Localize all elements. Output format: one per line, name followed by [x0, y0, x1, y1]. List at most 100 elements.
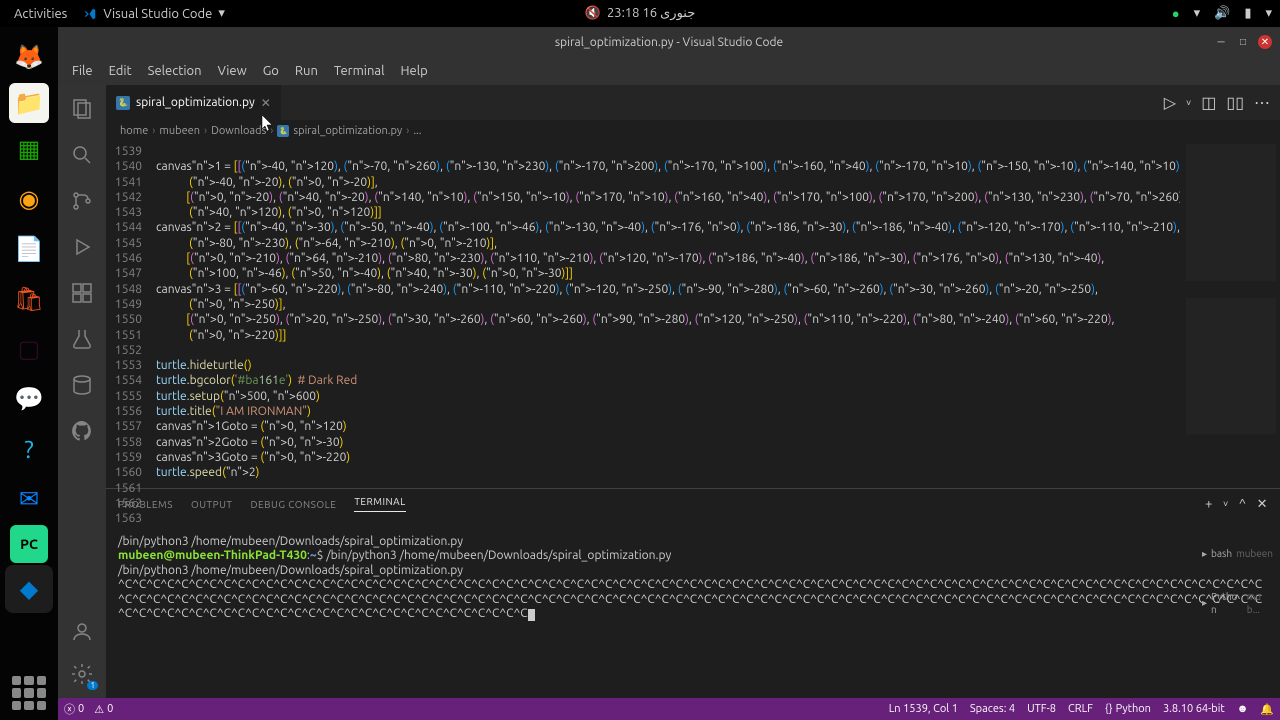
testing-icon[interactable] — [68, 325, 96, 353]
gnome-top-bar: Activities Visual Studio Code ▾ جنوری 16… — [0, 0, 1280, 27]
dock-files[interactable]: 📁 — [9, 83, 49, 123]
split-editor-icon[interactable]: ◫ — [1201, 93, 1216, 112]
tab-spiral-optimization[interactable]: 🐍 spiral_optimization.py ✕ — [106, 85, 282, 120]
terminal-icon: ▸ — [1202, 596, 1207, 610]
breadcrumbs[interactable]: home› mubeen› Downloads› 🐍 spiral_optimi… — [106, 120, 1280, 142]
battery-icon[interactable]: ▮ — [1244, 6, 1251, 21]
github-icon[interactable] — [68, 417, 96, 445]
panel-tab-debug[interactable]: DEBUG CONSOLE — [250, 499, 336, 510]
status-spaces[interactable]: Spaces: 4 — [970, 703, 1015, 715]
explorer-icon[interactable] — [68, 95, 96, 123]
status-notifications-icon[interactable]: 🔔 — [1260, 703, 1274, 716]
dock-software[interactable]: 🛍 — [5, 275, 53, 323]
menu-edit[interactable]: Edit — [101, 64, 140, 78]
terminal-dropdown-icon[interactable]: ˅ — [1223, 499, 1229, 509]
status-eol[interactable]: CRLF — [1068, 703, 1093, 715]
status-feedback-icon[interactable]: ☻ — [1237, 703, 1249, 715]
line-numbers: 1539154015411542154315441545154615471548… — [106, 142, 156, 488]
search-icon[interactable] — [68, 141, 96, 169]
code-content[interactable]: canvas"n">1 = [[("n">-40, "n">120), ("n"… — [156, 142, 1180, 488]
close-panel-icon[interactable]: ✕ — [1257, 497, 1268, 512]
minimize-button[interactable]: ─ — [1214, 35, 1228, 49]
panel-tab-output[interactable]: OUTPUT — [191, 499, 233, 510]
tab-close-icon[interactable]: ✕ — [261, 96, 271, 110]
terminal-icon: ▸ — [1202, 547, 1207, 561]
status-position[interactable]: Ln 1539, Col 1 — [889, 703, 958, 715]
clock-text: جنوری 16 23:18 — [607, 6, 695, 21]
editor-area: 🐍 spiral_optimization.py ✕ ▷ ˅ ◫ ▯▯ ⋯ ho… — [106, 85, 1280, 698]
menu-run[interactable]: Run — [287, 64, 326, 78]
dock-pycharm[interactable]: PC — [10, 525, 48, 563]
run-debug-icon[interactable] — [68, 233, 96, 261]
close-button[interactable]: ✕ — [1258, 35, 1272, 49]
breadcrumb-item[interactable]: home — [120, 125, 148, 137]
titlebar: spiral_optimization.py - Visual Studio C… — [58, 27, 1280, 57]
status-language[interactable]: {}Python — [1105, 703, 1151, 715]
menu-terminal[interactable]: Terminal — [326, 64, 393, 78]
maximize-panel-icon[interactable]: ^ — [1239, 497, 1247, 511]
editor[interactable]: 1539154015411542154315441545154615471548… — [106, 142, 1280, 488]
system-menu-icon[interactable]: ▾ — [1265, 6, 1272, 21]
run-file-icon[interactable]: ▷ — [1164, 93, 1176, 112]
breadcrumb-item[interactable]: mubeen — [159, 125, 200, 137]
maximize-button[interactable]: □ — [1236, 35, 1250, 49]
panel-tab-terminal[interactable]: TERMINAL — [354, 496, 405, 512]
dock-rhythmbox[interactable]: ◉ — [5, 175, 53, 223]
activities-button[interactable]: Activities — [8, 7, 73, 21]
breadcrumb-item[interactable]: ... — [413, 125, 421, 137]
app-menu-label: Visual Studio Code — [103, 7, 212, 21]
source-control-icon[interactable] — [68, 187, 96, 215]
dock-firefox[interactable]: 🦊 — [5, 33, 53, 81]
minimap[interactable] — [1180, 142, 1280, 488]
menu-help[interactable]: Help — [392, 64, 435, 78]
mute-icon: 🔇 — [585, 6, 601, 21]
python-file-icon: 🐍 — [277, 125, 289, 137]
status-encoding[interactable]: UTF-8 — [1027, 703, 1056, 715]
status-errors[interactable]: ⓧ0 — [64, 701, 84, 717]
breadcrumb-item[interactable]: Downloads — [211, 125, 266, 137]
run-dropdown-icon[interactable]: ˅ — [1186, 98, 1191, 108]
vscode-icon — [83, 7, 97, 21]
breadcrumb-item[interactable]: spiral_optimization.py — [293, 125, 402, 137]
chevron-down-icon: ▾ — [218, 6, 225, 21]
dock-vscode[interactable]: ◆ — [5, 565, 53, 613]
clock[interactable]: جنوری 16 23:18 🔇 — [585, 6, 695, 21]
extensions-icon[interactable] — [68, 279, 96, 307]
status-warnings[interactable]: ⚠0 — [94, 703, 113, 716]
panel: PROBLEMS OUTPUT DEBUG CONSOLE TERMINAL +… — [106, 488, 1280, 698]
split-editor-right-icon[interactable]: ▯▯ — [1226, 93, 1244, 112]
terminal-item-bash[interactable]: ▸bash mubeen — [1198, 546, 1278, 562]
dock-writer[interactable]: 📄 — [5, 225, 53, 273]
language-icon: {} — [1105, 703, 1113, 715]
vscode-window: spiral_optimization.py - Visual Studio C… — [58, 27, 1280, 720]
more-actions-icon[interactable]: ⋯ — [1254, 93, 1270, 112]
wifi-icon[interactable]: ▾ — [1194, 6, 1201, 21]
menu-selection[interactable]: Selection — [140, 64, 210, 78]
terminal-content[interactable]: /bin/python3 /home/mubeen/Downloads/spir… — [106, 519, 1280, 698]
whatsapp-indicator-icon[interactable]: ● — [1172, 6, 1180, 21]
accounts-icon[interactable] — [68, 618, 96, 646]
volume-icon[interactable]: 🔊 — [1214, 6, 1230, 21]
tabs-bar: 🐍 spiral_optimization.py ✕ ▷ ˅ ◫ ▯▯ ⋯ — [106, 85, 1280, 120]
dock-terminal[interactable]: ▢ — [5, 325, 53, 373]
dock-thunderbird[interactable]: ✉ — [5, 475, 53, 523]
error-icon: ⓧ — [64, 701, 75, 717]
dock-help[interactable]: ? — [5, 425, 53, 473]
menu-file[interactable]: File — [64, 64, 101, 78]
new-terminal-icon[interactable]: + — [1205, 497, 1213, 511]
app-menu[interactable]: Visual Studio Code ▾ — [77, 6, 231, 21]
settings-gear-icon[interactable]: 1 — [68, 660, 96, 688]
python-file-icon: 🐍 — [116, 96, 130, 110]
tab-label: spiral_optimization.py — [136, 96, 255, 109]
statusbar: ⓧ0 ⚠0 Ln 1539, Col 1 Spaces: 4 UTF-8 CRL… — [58, 698, 1280, 720]
sql-tools-icon[interactable] — [68, 371, 96, 399]
menubar: File Edit Selection View Go Run Terminal… — [58, 57, 1280, 85]
terminal-item-python[interactable]: ▸Python mub... — [1198, 589, 1278, 618]
status-interpreter[interactable]: 3.8.10 64-bit — [1163, 703, 1225, 715]
dock-calc[interactable]: ▦ — [5, 125, 53, 173]
terminal-cursor — [528, 609, 535, 621]
menu-go[interactable]: Go — [255, 64, 287, 78]
menu-view[interactable]: View — [210, 64, 255, 78]
dock-show-apps[interactable] — [8, 672, 50, 714]
dock-whatsapp[interactable]: 💬 — [5, 375, 53, 423]
